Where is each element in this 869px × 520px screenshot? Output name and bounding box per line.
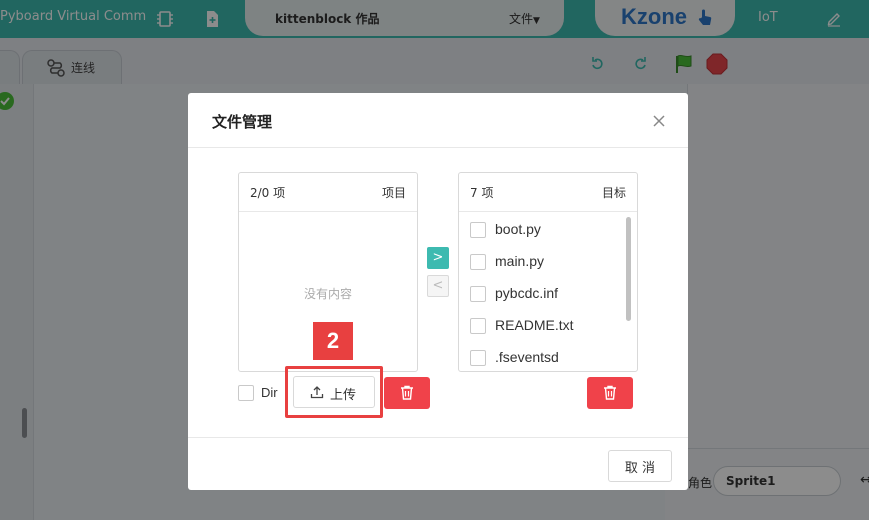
item-label: boot.py [495,221,541,237]
cancel-button[interactable]: 取 消 [608,450,672,482]
item-checkbox[interactable] [470,350,486,366]
transfer-left-button[interactable]: < [427,275,449,297]
chevron-left-icon: < [432,278,444,293]
item-checkbox[interactable] [470,286,486,302]
target-list-scrollbar[interactable] [626,217,631,321]
chevron-right-icon: > [432,250,444,265]
item-checkbox[interactable] [470,318,486,334]
source-title: 项目 [381,186,406,200]
trash-icon [604,385,616,400]
upload-button[interactable]: 上传 [293,376,375,408]
delete-target-button[interactable] [587,377,633,409]
upload-label: 上传 [330,388,357,403]
target-count: 7 项 [470,186,494,200]
file-manager-dialog: 文件管理 2/0 项 项目 没有内容 > < 7 项 目标 boot.py ma… [188,93,688,490]
empty-placeholder: 没有内容 [303,287,352,301]
dialog-title: 文件管理 [212,113,273,131]
delete-source-button[interactable] [384,377,430,409]
step-badge: 2 [313,322,353,360]
item-label: pybcdc.inf [495,285,559,301]
dialog-footer: 取 消 [188,437,688,490]
target-title: 目标 [601,186,626,200]
upload-icon [310,386,324,399]
source-list-header: 2/0 项 项目 [239,173,417,212]
target-list-header: 7 项 目标 [459,173,637,212]
item-checkbox[interactable] [470,222,486,238]
item-label: main.py [495,253,545,269]
dir-checkbox[interactable] [238,385,254,401]
transfer-right-button[interactable]: > [427,247,449,269]
close-icon[interactable] [651,113,667,129]
dir-label: Dir [261,385,278,400]
item-label: .fseventsd [495,349,559,365]
dialog-header: 文件管理 [188,93,688,148]
item-checkbox[interactable] [470,254,486,270]
target-list: 7 项 目标 boot.py main.py pybcdc.inf README… [458,172,638,372]
trash-icon [401,385,413,400]
source-count: 2/0 项 [250,186,286,200]
item-label: README.txt [495,317,574,333]
